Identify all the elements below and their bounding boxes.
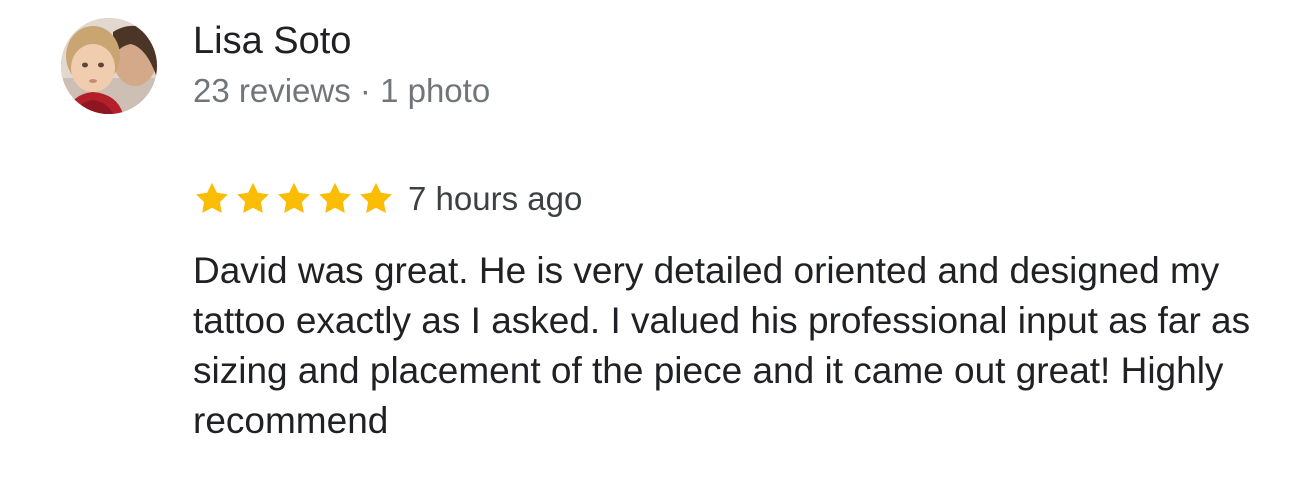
- reviewer-meta: 23 reviews · 1 photo: [193, 70, 490, 112]
- star-icon: [278, 182, 310, 213]
- review-time: 7 hours ago: [408, 180, 583, 217]
- rating-row: 7 hours ago: [193, 176, 582, 222]
- star-icon: [360, 182, 392, 213]
- photos-count: 1 photo: [380, 72, 491, 109]
- review-text: David was great. He is very detailed ori…: [193, 250, 1251, 441]
- star-icon: [237, 182, 269, 213]
- star-icon: [196, 182, 228, 213]
- meta-separator: ·: [359, 72, 371, 109]
- review-card: Lisa Soto 23 reviews · 1 photo 7 hours a…: [0, 0, 1290, 479]
- reviewer-avatar[interactable]: [61, 18, 157, 114]
- reviewer-name[interactable]: Lisa Soto: [193, 18, 351, 64]
- star-icon: [319, 182, 351, 213]
- avatar-photo-image: [61, 18, 157, 114]
- reviews-count: 23 reviews: [193, 72, 351, 109]
- star-rating: [193, 176, 398, 222]
